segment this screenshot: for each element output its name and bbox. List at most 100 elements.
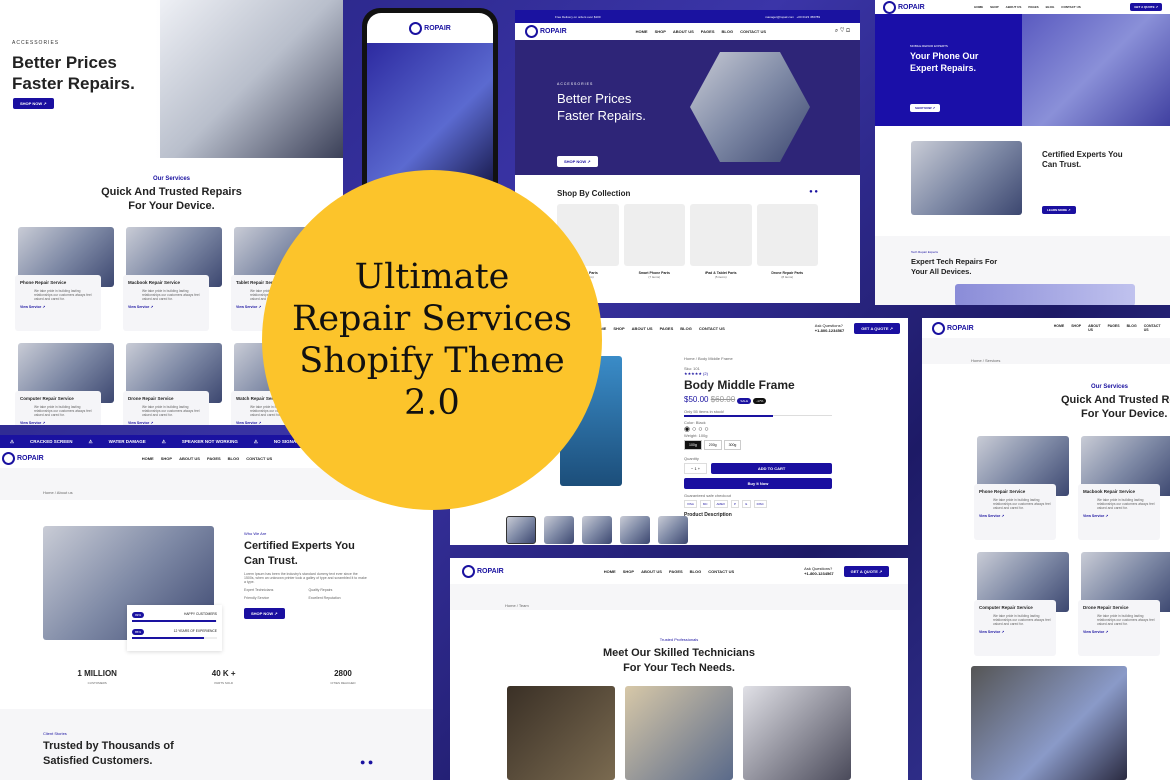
logo[interactable]: ROPAIR xyxy=(883,1,925,14)
view-service-link[interactable]: View Service ↗ xyxy=(979,514,1051,518)
stat-track xyxy=(132,620,217,622)
nav-item[interactable]: SHOP xyxy=(613,326,624,331)
hero-eyebrow: ACCESSORIES xyxy=(557,82,594,86)
service-card[interactable]: Phone Repair Service We take pride in bui… xyxy=(974,436,1069,540)
get-quote-button[interactable]: GET A QUOTE ↗ xyxy=(1130,3,1162,11)
nav-item[interactable]: ABOUT US xyxy=(641,569,662,574)
nav-item[interactable]: CONTACT US xyxy=(246,456,272,461)
nav-item[interactable]: CONTACT US xyxy=(699,326,725,331)
nav-item[interactable]: BLOG xyxy=(1127,324,1137,332)
nav-item[interactable]: ABOUT US xyxy=(1006,5,1022,9)
nav-item[interactable]: SHOP xyxy=(623,569,634,574)
service-card[interactable]: Phone Repair Service We take pride in bui… xyxy=(15,227,114,331)
shop-now-button[interactable]: SHOP NOW ↗ xyxy=(557,156,598,167)
nav-item[interactable]: HOME xyxy=(142,456,154,461)
topbar-email[interactable]: manager@ropair.com xyxy=(765,15,794,19)
service-card[interactable]: Computer Repair Service We take pride in … xyxy=(974,552,1069,656)
nav-item[interactable]: PAGES xyxy=(701,29,715,34)
logo[interactable]: ROPAIR xyxy=(2,452,44,465)
ticker-item: CRACKED SCREEN xyxy=(30,439,73,444)
logo[interactable]: ROPAIR xyxy=(525,25,567,38)
nav-item[interactable]: SHOP xyxy=(990,5,999,9)
quantity-stepper[interactable]: − 1 + xyxy=(684,463,708,474)
logo[interactable]: ROPAIR xyxy=(462,565,504,578)
view-service-link[interactable]: View Service ↗ xyxy=(20,305,96,309)
weight-option[interactable]: 100g xyxy=(684,440,702,450)
view-service-link[interactable]: View Service ↗ xyxy=(1083,514,1155,518)
add-to-cart-button[interactable]: ADD TO CART xyxy=(711,463,832,474)
product-rating[interactable]: ★★★★★ (2) xyxy=(684,371,832,376)
nav-item[interactable]: SHOP xyxy=(161,456,172,461)
nav-item[interactable]: HOME xyxy=(604,569,616,574)
nav-item[interactable]: BLOG xyxy=(1046,5,1055,9)
service-card[interactable]: Macbook Repair Service We take pride in b… xyxy=(1078,436,1170,540)
nav-item[interactable]: PAGES xyxy=(1108,324,1120,332)
color-swatches[interactable]: ◉ ○ ○ ○ xyxy=(684,425,832,433)
shop-now-button[interactable]: SHOP NOW ↗ xyxy=(910,104,940,112)
nav-item[interactable]: BLOG xyxy=(680,326,692,331)
buy-now-button[interactable]: Buy It Now xyxy=(684,478,832,489)
logo[interactable]: ROPAIR xyxy=(932,322,974,335)
stat: 40 K + PARTS SOLD xyxy=(212,669,236,685)
service-card[interactable]: Drone Repair Service We take pride in bui… xyxy=(123,343,222,425)
thumbnail[interactable] xyxy=(620,516,650,544)
nav-item[interactable]: CONTACT US xyxy=(708,569,734,574)
nav-item[interactable]: ABOUT US xyxy=(673,29,694,34)
service-card[interactable]: Drone Repair Service We take pride in bui… xyxy=(1078,552,1170,656)
nav-item[interactable]: ABOUT US xyxy=(632,326,653,331)
service-card[interactable]: Macbook Repair Service We take pride in b… xyxy=(123,227,222,331)
service-title: Macbook Repair Service xyxy=(1083,489,1136,494)
nav-item[interactable]: PAGES xyxy=(207,456,221,461)
get-quote-button[interactable]: GET A QUOTE ↗ xyxy=(854,322,900,334)
team-page-panel: ROPAIR HOME SHOP ABOUT US PAGES BLOG CONTACT … xyxy=(450,558,908,780)
nav-item[interactable]: SHOP xyxy=(655,29,666,34)
shop-now-button[interactable]: SHOP NOW ↗ xyxy=(13,98,54,109)
nav-item[interactable]: HOME xyxy=(636,29,648,34)
nav-item[interactable]: PAGES xyxy=(669,569,683,574)
nav-item[interactable]: HOME xyxy=(1054,324,1065,332)
nav-item[interactable]: CONTACT US xyxy=(740,29,766,34)
nav-item[interactable]: HOME xyxy=(974,5,983,9)
nav-item[interactable]: CONTACT US xyxy=(1144,324,1161,332)
collection-item[interactable]: iPad & Tablet Parts (5 items) xyxy=(690,204,752,279)
nav-item[interactable]: BLOG xyxy=(722,29,734,34)
nav-item[interactable]: BLOG xyxy=(228,456,240,461)
video-thumbnail[interactable] xyxy=(971,666,1127,780)
header-phone[interactable]: +1-800-1234567 xyxy=(815,328,844,333)
nav-item[interactable]: PAGES xyxy=(1028,5,1038,9)
shop-now-button[interactable]: SHOP NOW ↗ xyxy=(244,608,285,619)
collection-item[interactable]: Smart Phone Parts (7 items) xyxy=(623,204,685,279)
view-service-link[interactable]: View Service ↗ xyxy=(979,630,1051,634)
testimonial-arrows[interactable]: ● ● xyxy=(360,757,373,767)
warning-icon: ⚠ xyxy=(253,438,258,444)
header-phone[interactable]: +1-800-1234567 xyxy=(804,571,833,576)
thumbnail[interactable] xyxy=(544,516,574,544)
view-service-link[interactable]: View Service ↗ xyxy=(1083,630,1155,634)
view-service-link[interactable]: View Service ↗ xyxy=(20,421,96,425)
expert-homepage-panel: ROPAIR HOME SHOP ABOUT US PAGES BLOG CONTACT … xyxy=(875,0,1170,305)
nav-item[interactable]: ABOUT US xyxy=(1088,324,1100,332)
view-service-link[interactable]: View Service ↗ xyxy=(128,421,204,425)
services-title-1: Quick And Trusted Repairs xyxy=(101,186,242,198)
nav-item[interactable]: ABOUT US xyxy=(179,456,200,461)
weight-option[interactable]: 200g xyxy=(703,440,722,450)
carousel-arrows[interactable]: ● ● xyxy=(809,189,818,198)
nav-item[interactable]: PAGES xyxy=(660,326,674,331)
get-quote-button[interactable]: GET A QUOTE ↗ xyxy=(843,565,890,577)
service-card[interactable]: Computer Repair Service We take pride in … xyxy=(15,343,114,425)
view-service-link[interactable]: View Service ↗ xyxy=(128,305,204,309)
nav-item[interactable]: BLOG xyxy=(690,569,702,574)
nav-item[interactable]: CONTACT US xyxy=(1061,5,1080,9)
weight-option[interactable]: 300g xyxy=(723,440,742,450)
nav-item[interactable]: SHOP xyxy=(1071,324,1081,332)
topbar-phone[interactable]: +00 0123 456789 xyxy=(797,15,820,19)
service-desc: We take pride in building lasting relati… xyxy=(34,405,92,417)
product-description-toggle[interactable]: Product Description xyxy=(684,512,832,518)
search-icon[interactable]: ⌕ ♡ ⊡ xyxy=(835,28,850,35)
thumbnail[interactable] xyxy=(658,516,688,544)
learn-more-button[interactable]: LEARN MORE ↗ xyxy=(1042,206,1076,214)
thumbnail[interactable] xyxy=(582,516,612,544)
thumbnail[interactable] xyxy=(506,516,536,544)
collection-item[interactable]: Drone Repair Parts (8 items) xyxy=(756,204,818,279)
stat-label: CUSTOMERS xyxy=(87,681,107,685)
